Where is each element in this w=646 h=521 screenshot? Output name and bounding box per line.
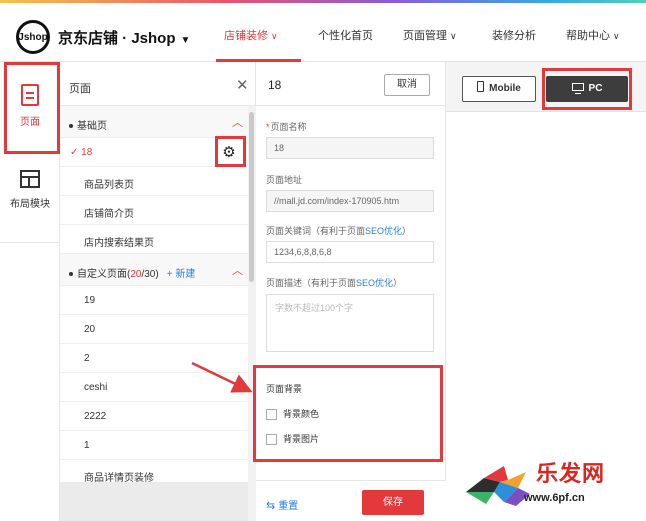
shop-name-dropdown[interactable]: 京东店铺 · Jshop ▼: [58, 27, 190, 48]
custom-page-item[interactable]: 2: [60, 344, 248, 373]
color-stripe: [0, 0, 646, 3]
mobile-view-button[interactable]: Mobile: [462, 76, 536, 102]
page-icon: [21, 84, 39, 106]
nav-decoration-analysis[interactable]: 装修分析: [492, 27, 536, 43]
page-name-heading: 18: [268, 78, 282, 92]
custom-page-item[interactable]: 20: [60, 315, 248, 344]
page-item-store-intro[interactable]: 店铺简介页: [60, 196, 248, 225]
top-header: Jshop 京东店铺 · Jshop ▼ 店铺装修 ∨ 个性化首页 页面管理 ∨ 装修…: [0, 0, 646, 62]
jshop-logo: Jshop: [16, 20, 50, 54]
bullet-dot: [69, 124, 73, 129]
seo-link[interactable]: SEO优化: [365, 226, 402, 236]
page-list-title: 页面: [69, 83, 91, 95]
monitor-icon: [571, 83, 584, 94]
page-url-label: 页面地址: [266, 175, 303, 185]
nav-help-center[interactable]: 帮助中心 ∨: [566, 27, 620, 43]
gear-icon[interactable]: ⚙: [218, 142, 240, 164]
caret-down-icon: ▼: [180, 35, 191, 46]
bg-image-option[interactable]: 背景图片: [266, 432, 319, 446]
page-item-18[interactable]: ✓ 18 ⚙: [60, 138, 248, 167]
custom-page-item[interactable]: ceshi: [60, 373, 248, 402]
bg-color-checkbox[interactable]: [266, 409, 277, 421]
chevron-up-icon[interactable]: ︿: [232, 262, 243, 278]
layout-icon: [20, 170, 40, 188]
watermark-brand: 乐发网: [536, 461, 606, 487]
page-item-product-list[interactable]: 商品列表页: [60, 167, 248, 196]
page-settings-form: 18 取消 *页面名称 18 页面地址 //mall.jd.com/index-…: [256, 62, 446, 521]
chevron-down-icon: ∨: [271, 31, 278, 41]
nav-personalized-home[interactable]: 个性化首页: [318, 27, 373, 43]
keywords-field[interactable]: 1234,6,8,8,6,8: [266, 241, 434, 263]
nav-store-decoration[interactable]: 店铺装修 ∨: [224, 27, 278, 43]
keywords-label: 页面关键词（有利于页面SEO优化）: [266, 226, 412, 236]
cancel-button[interactable]: 取消: [384, 74, 430, 96]
custom-page-item[interactable]: 1: [60, 431, 248, 460]
nav-page-management[interactable]: 页面管理 ∨: [403, 27, 457, 43]
bg-color-option[interactable]: 背景颜色: [266, 407, 319, 421]
description-textarea[interactable]: 字数不超过100个字: [266, 294, 434, 352]
section-basic-pages[interactable]: 基础页 ︿: [60, 106, 248, 138]
form-footer: ⇆ 重置 保存: [256, 480, 446, 521]
check-icon: ✓: [70, 147, 79, 158]
rail-divider: [0, 242, 60, 243]
page-list-footer: [60, 482, 248, 521]
page-name-field[interactable]: 18: [266, 137, 434, 159]
device-toggle-bar: Mobile PC: [446, 62, 646, 112]
close-icon[interactable]: ✕: [236, 76, 249, 94]
watermark: 乐发网 www.6pf.cn: [460, 452, 646, 516]
bg-image-checkbox[interactable]: [266, 434, 277, 446]
new-page-link[interactable]: + 新建: [167, 269, 196, 280]
page-url-field[interactable]: //mall.jd.com/index-170905.htm: [266, 190, 434, 212]
chevron-down-icon: ∨: [450, 31, 457, 41]
left-rail: 页面 布局模块: [0, 62, 60, 521]
rail-item-page[interactable]: 页面: [0, 62, 60, 152]
form-header: 18 取消: [256, 62, 446, 106]
page-list-panel: 页面 ✕ 基础页 ︿ ✓ 18 ⚙ 商品列表页 店铺简介页 店内搜索结果页 自定…: [60, 62, 256, 521]
save-button[interactable]: 保存: [362, 490, 424, 515]
page-name-label: *页面名称: [266, 122, 307, 132]
scroll-thumb[interactable]: [249, 112, 254, 282]
custom-page-item[interactable]: 19: [60, 286, 248, 315]
reset-icon: ⇆: [266, 500, 276, 512]
seo-link[interactable]: SEO优化: [356, 278, 393, 288]
chevron-down-icon: ∨: [613, 31, 620, 41]
description-label: 页面描述（有利于页面SEO优化）: [266, 278, 403, 288]
chevron-up-icon[interactable]: ︿: [232, 114, 243, 130]
reset-button[interactable]: ⇆ 重置: [266, 497, 298, 512]
custom-page-item[interactable]: 2222: [60, 402, 248, 431]
phone-icon: [477, 81, 485, 92]
watermark-url: www.6pf.cn: [524, 492, 585, 504]
page-list-header: 页面 ✕: [60, 62, 256, 106]
bullet-dot: [69, 272, 73, 277]
section-custom-pages[interactable]: 自定义页面(20/30) + 新建 ︿: [60, 254, 248, 286]
page-background-label: 页面背景: [266, 384, 303, 394]
rail-item-layout-modules[interactable]: 布局模块: [0, 170, 60, 230]
page-list-scrollbar[interactable]: [248, 106, 256, 521]
pc-view-button[interactable]: PC: [546, 76, 628, 102]
page-item-search-results[interactable]: 店内搜索结果页: [60, 225, 248, 254]
